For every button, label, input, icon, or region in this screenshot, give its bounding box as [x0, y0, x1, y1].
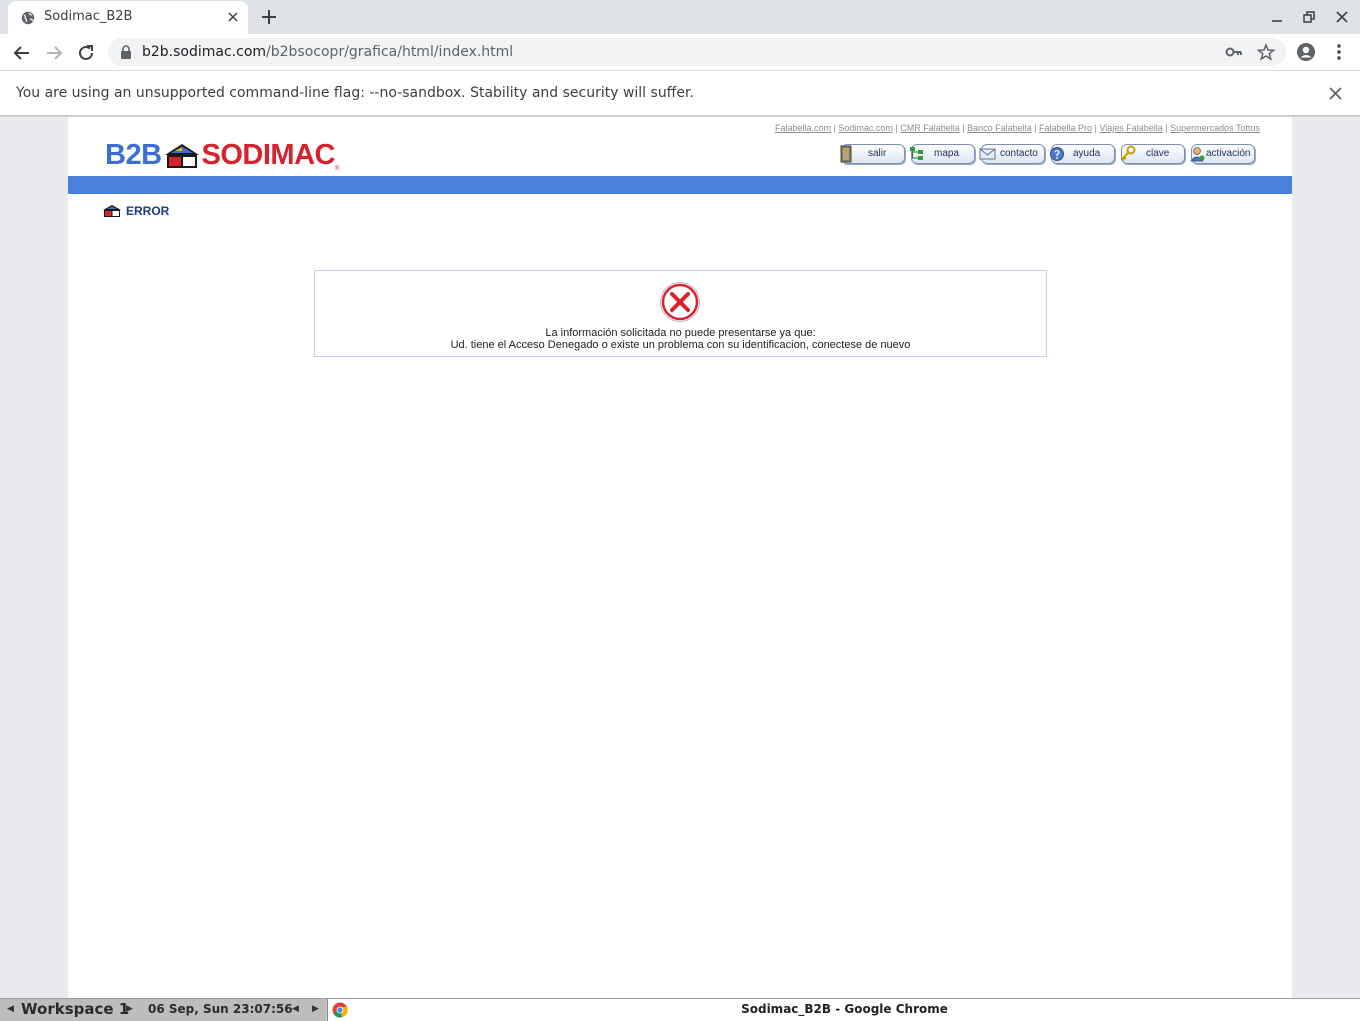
sodimac-house-icon	[164, 143, 199, 168]
user-icon	[1190, 147, 1205, 162]
contacto-button[interactable]: contacto	[979, 144, 1045, 164]
workspace-prev-icon[interactable]: ◀	[7, 1004, 14, 1014]
kebab-menu-icon[interactable]	[1330, 42, 1348, 62]
restore-icon[interactable]	[1301, 9, 1317, 25]
url-text[interactable]: b2b.sodimac.com/b2bsocopr/grafica/html/i…	[142, 44, 513, 60]
salir-button[interactable]: salir	[840, 144, 905, 164]
header-blue-bar	[68, 176, 1292, 194]
lock-icon[interactable]	[120, 45, 132, 59]
mapa-button[interactable]: mapa	[910, 144, 975, 164]
close-infobar-icon[interactable]	[1327, 85, 1344, 102]
window-prev-icon[interactable]: ◀	[292, 1004, 299, 1014]
sodimac-house-small-icon	[103, 204, 121, 217]
key-icon	[1121, 145, 1136, 161]
key-icon[interactable]	[1225, 45, 1243, 59]
os-taskbar: ◀ Workspace 1 ▶ 06 Sep, Sun 23:07:56 ◀ ▶…	[0, 998, 1360, 1021]
browser-tab[interactable]: Sodimac_B2B	[8, 1, 248, 34]
minimize-icon[interactable]	[1269, 9, 1285, 25]
taskbar-clock: 06 Sep, Sun 23:07:56	[148, 1002, 293, 1016]
warning-infobar: You are using an unsupported command-lin…	[0, 71, 1360, 116]
error-message-box: La información solicitada no puede prese…	[314, 270, 1047, 357]
workspace-switcher: ◀ Workspace 1 ▶ 06 Sep, Sun 23:07:56 ◀ ▶	[0, 999, 326, 1021]
partner-links: Falabella.com | Sodimac.com | CMR Falabe…	[775, 123, 1260, 133]
page-content: Falabella.com | Sodimac.com | CMR Falabe…	[68, 117, 1292, 998]
section-heading: ERROR	[102, 200, 169, 218]
salir-label: salir	[868, 148, 887, 159]
section-title-text: ERROR	[126, 203, 170, 218]
logo-b2b-text: B2B	[105, 139, 162, 171]
clave-label: clave	[1146, 148, 1170, 159]
tab-strip: Sodimac_B2B	[0, 0, 1360, 34]
mapa-label: mapa	[934, 148, 960, 159]
taskbar-window-title: Sodimac_B2B - Google Chrome	[741, 1002, 948, 1016]
envelope-icon	[979, 148, 996, 160]
door-icon	[840, 145, 852, 163]
link-cmr-falabella[interactable]: CMR Falabella	[900, 123, 960, 133]
browser-toolbar: b2b.sodimac.com/b2bsocopr/grafica/html/i…	[0, 34, 1360, 71]
clave-button[interactable]: clave	[1121, 144, 1185, 164]
activacion-button[interactable]: activación	[1190, 144, 1255, 164]
contacto-label: contacto	[1000, 148, 1038, 159]
ayuda-button[interactable]: ayuda	[1050, 144, 1115, 164]
close-window-icon[interactable]	[1334, 9, 1350, 25]
activacion-label: activación	[1206, 148, 1251, 159]
sitemap-icon	[910, 147, 923, 160]
new-tab-icon[interactable]	[260, 8, 278, 26]
ayuda-label: ayuda	[1073, 148, 1101, 159]
link-falabella-pro[interactable]: Falabella Pro	[1039, 123, 1092, 133]
logo-registered-mark: ®	[334, 166, 340, 172]
tab-title: Sodimac_B2B	[44, 9, 133, 24]
link-sodimac[interactable]: Sodimac.com	[838, 123, 893, 133]
link-tottus[interactable]: Supermercados Tottus	[1170, 123, 1260, 133]
link-viajes-falabella[interactable]: Viajes Falabella	[1099, 123, 1162, 133]
address-bar[interactable]: b2b.sodimac.com/b2bsocopr/grafica/html/i…	[108, 38, 1286, 66]
tab-close-icon[interactable]	[225, 9, 241, 25]
forward-icon[interactable]	[44, 43, 64, 63]
bookmark-star-icon[interactable]	[1257, 43, 1275, 61]
infobar-message: You are using an unsupported command-lin…	[16, 85, 694, 101]
window-next-icon[interactable]: ▶	[312, 1004, 319, 1014]
page-viewport: Falabella.com | Sodimac.com | CMR Falabe…	[0, 117, 1360, 998]
link-falabella[interactable]: Falabella.com	[775, 123, 831, 133]
url-host: b2b.sodimac.com	[142, 44, 267, 60]
workspace-name[interactable]: Workspace 1	[21, 1000, 129, 1018]
logo-brand-text: SODIMAC	[201, 139, 336, 171]
error-line-1: La información solicitada no puede prese…	[545, 327, 816, 339]
url-path: /b2bsocopr/grafica/html/index.html	[266, 44, 514, 60]
workspace-next-icon[interactable]: ▶	[126, 1004, 133, 1014]
b2b-sodimac-logo: B2B SODIMAC®	[105, 139, 340, 172]
link-banco-falabella[interactable]: Banco Falabella	[967, 123, 1032, 133]
reload-icon[interactable]	[76, 43, 96, 63]
help-icon	[1050, 147, 1064, 161]
taskbar-window-item[interactable]: Sodimac_B2B - Google Chrome	[327, 999, 1360, 1021]
globe-icon	[21, 11, 35, 25]
error-line-2: Ud. tiene el Acceso Denegado o existe un…	[450, 339, 911, 351]
error-x-icon	[660, 282, 700, 322]
profile-icon[interactable]	[1296, 42, 1316, 62]
back-icon[interactable]	[12, 43, 32, 63]
